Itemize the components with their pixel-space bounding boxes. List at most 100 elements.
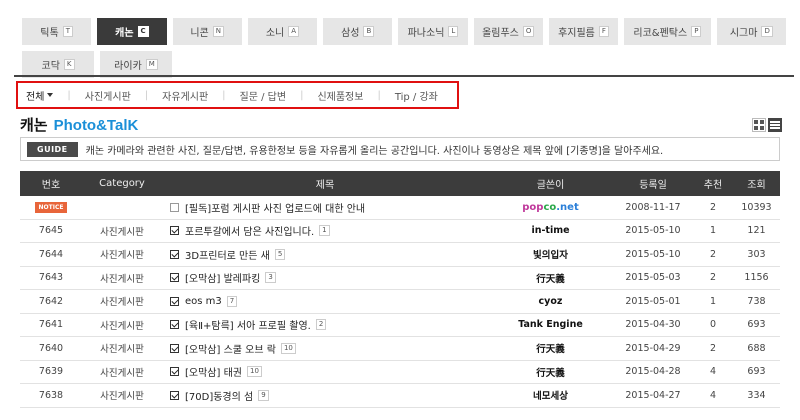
post-number: 7642 [38,295,64,307]
category-new-products[interactable]: 신제품정보 [317,88,363,103]
page-title: 캐논 Photo&TalK [20,116,139,134]
table-row[interactable]: 7640 사진게시판 [오막삼] 스쿨 오브 락 10 行天義 2015-04-29 2 68… [20,337,780,361]
post-number: 7640 [38,342,64,354]
table-row[interactable]: NOTICE [필독]포럼 게시판 사진 업로드에 대한 안내 popco.net 2… [20,196,780,220]
post-author[interactable]: 行天義 [536,344,565,355]
post-views: 688 [747,342,766,354]
post-title-link[interactable]: [필독]포럼 게시판 사진 업로드에 대한 안내 [185,200,365,215]
post-title-cell: 3D프린터로 만든 새 5 [162,247,488,262]
notice-badge: NOTICE [34,202,68,214]
header-title: 제목 [315,180,335,191]
post-title-link[interactable]: [오막삼] 스쿨 오브 락 [185,341,276,356]
category-free-board[interactable]: 자유게시판 [162,88,208,103]
post-views: 334 [747,389,766,401]
table-row[interactable]: 7644 사진게시판 3D프린터로 만든 새 5 빛의입자 2015-05-10 2 303 [20,243,780,267]
select-checkbox[interactable] [170,320,179,330]
post-views: 121 [747,225,766,237]
post-date: 2015-05-03 [625,272,681,284]
post-recommend: 0 [709,319,717,331]
post-number: 7644 [38,248,64,260]
tabs-divider [14,75,794,77]
post-date: 2015-04-29 [625,342,681,354]
post-views: 693 [747,319,766,331]
popco-logo[interactable]: popco.net [522,202,578,213]
brand-tab-ricoh-pentax[interactable]: 리코&펜탁스 P [624,18,711,45]
post-author[interactable]: 빛의입자 [533,250,568,261]
post-title-link[interactable]: 포르투갈에서 담은 사진입니다. [185,223,314,238]
post-date: 2008-11-17 [625,201,681,213]
post-recommend: 2 [709,342,717,354]
post-author[interactable]: cyoz [539,296,563,307]
table-header: 번호 Category 제목 글쓴이 등록일 추천 조회 [20,171,780,196]
category-qna[interactable]: 질문 / 답변 [240,88,287,103]
select-checkbox[interactable] [170,343,179,353]
post-category: 사진게시판 [100,297,144,309]
post-author-cell: popco.net [488,202,613,213]
post-author[interactable]: 行天義 [536,368,565,379]
post-author[interactable]: Tank Engine [518,319,583,330]
post-author[interactable]: in-time [531,225,569,236]
grid-view-icon[interactable] [752,118,766,132]
post-author[interactable]: 行天義 [536,274,565,285]
brand-row-2: 코닥 K 라이카 M [22,51,792,78]
select-checkbox[interactable] [170,249,179,259]
brand-tab-fujifilm[interactable]: 후지필름 F [548,18,619,45]
brand-tab-sigma[interactable]: 시그마 D [716,18,786,45]
post-recommend: 1 [709,295,717,307]
comment-count: 1 [319,225,330,237]
brand-tab-nikon[interactable]: 니콘 N [172,18,242,45]
separator: | [144,89,149,101]
brand-tab-leica[interactable]: 라이카 M [100,51,172,78]
post-category: 사진게시판 [100,250,144,262]
header-author: 글쓴이 [536,180,565,191]
brand-tab-canon[interactable]: 캐논 C [97,18,167,45]
post-title-link[interactable]: eos m3 [185,296,222,307]
post-title-link[interactable]: [오막삼] 태권 [185,364,242,379]
category-all-dropdown[interactable]: 전체 [26,88,54,103]
brand-tab-sony[interactable]: 소니 A [247,18,318,45]
post-recommend: 2 [709,201,717,213]
brand-tab-olympus[interactable]: 올림푸스 O [473,18,543,45]
post-views: 693 [747,366,766,378]
post-title-cell: [오막삼] 스쿨 오브 락 10 [162,341,488,356]
post-date: 2015-05-10 [625,225,681,237]
post-title-link[interactable]: [70D]동경의 섬 [185,388,253,403]
category-filter-bar: 전체 | 사진게시판 | 자유게시판 | 질문 / 답변 | 신제품정보 | T… [16,81,459,109]
post-title-link[interactable]: [육Ⅱ+탐륵] 서아 프로필 촬영. [185,317,311,332]
list-view-icon[interactable] [768,118,782,132]
comment-count: 10 [246,366,262,378]
category-tips[interactable]: Tip / 강좌 [395,88,438,103]
post-author-cell: cyoz [488,296,613,307]
table-row[interactable]: 7641 사진게시판 [육Ⅱ+탐륵] 서아 프로필 촬영. 2 Tank Engine 2… [20,314,780,337]
select-checkbox[interactable] [170,296,179,306]
brand-tab-tiktok[interactable]: 틱톡 T [22,18,92,45]
post-author-cell: 行天義 [488,365,613,379]
select-checkbox[interactable] [170,390,179,400]
brand-tab-panasonic[interactable]: 파나소닉 L [398,18,468,45]
header-date: 등록일 [639,180,667,191]
post-date: 2015-04-28 [625,366,681,378]
select-checkbox[interactable] [170,202,179,212]
post-title-cell: [필독]포럼 게시판 사진 업로드에 대한 안내 [162,200,488,215]
post-author-cell: in-time [488,225,613,236]
select-checkbox[interactable] [170,226,179,236]
table-row[interactable]: 7643 사진게시판 [오막삼] 발레파킹 3 行天義 2015-05-03 2 1156 [20,267,780,290]
table-body: NOTICE [필독]포럼 게시판 사진 업로드에 대한 안내 popco.net 2… [20,196,780,408]
table-row[interactable]: 7642 사진게시판 eos m3 7 cyoz 2015-05-01 1 738 [20,290,780,314]
brand-tab-samsung[interactable]: 삼성 B [323,18,393,45]
table-row[interactable]: 7645 사진게시판 포르투갈에서 담은 사진입니다. 1 in-time 2015-05… [20,220,780,243]
table-row[interactable]: 7638 사진게시판 [70D]동경의 섬 9 네모세상 2015-04-27 4 334 [20,384,780,408]
post-title-link[interactable]: 3D프린터로 만든 새 [185,247,270,262]
post-author[interactable]: 네모세상 [533,391,568,402]
select-checkbox[interactable] [170,273,179,283]
brand-tab-kodak[interactable]: 코닥 K [22,51,94,78]
guide-text: 캐논 카메라와 관련한 사진, 질문/답변, 유용한정보 등을 자유롭게 올리는… [85,145,664,157]
notice-cell: NOTICE [20,201,82,214]
post-title-link[interactable]: [오막삼] 발레파킹 [185,270,260,285]
table-row[interactable]: 7639 사진게시판 [오막삼] 태권 10 行天義 2015-04-28 4 693 [20,361,780,384]
select-checkbox[interactable] [170,367,179,377]
category-photo-board[interactable]: 사진게시판 [85,88,131,103]
post-recommend: 4 [709,366,717,378]
separator: | [222,89,226,101]
separator: | [377,89,381,101]
